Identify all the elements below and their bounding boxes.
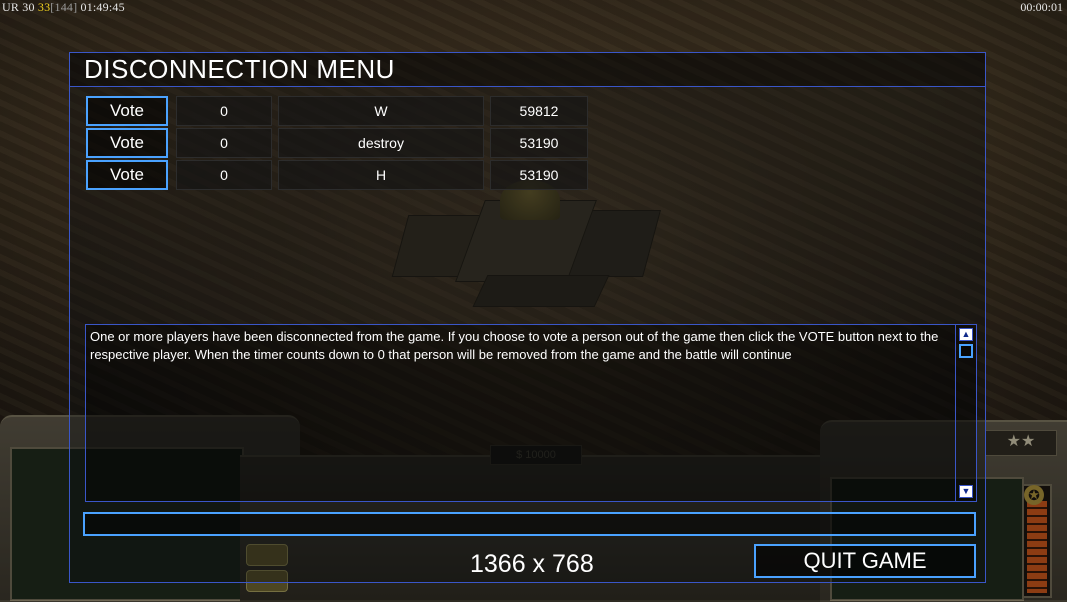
player-name: H xyxy=(278,160,484,190)
status-value-a: 30 xyxy=(22,0,35,14)
quit-game-button[interactable]: QUIT GAME xyxy=(754,544,976,578)
vote-button[interactable]: Vote xyxy=(86,128,168,158)
player-timer: 53190 xyxy=(490,160,588,190)
disconnection-dialog: DISCONNECTION MENU Vote 0 W 59812 Vote 0… xyxy=(69,52,986,583)
vote-count: 0 xyxy=(176,160,272,190)
dialog-title-bar: DISCONNECTION MENU xyxy=(70,53,985,87)
vote-count: 0 xyxy=(176,96,272,126)
chat-input[interactable] xyxy=(83,512,976,536)
player-name: destroy xyxy=(278,128,484,158)
status-prefix: UR xyxy=(2,0,20,14)
player-name: W xyxy=(278,96,484,126)
resolution-label: 1366 x 768 xyxy=(470,550,594,578)
player-timer: 53190 xyxy=(490,128,588,158)
scroll-thumb[interactable] xyxy=(959,344,973,358)
message-scrollbar[interactable]: ▲ ▼ xyxy=(955,325,976,501)
status-time-right: 00:00:01 xyxy=(1020,0,1063,14)
disconnect-message: One or more players have been disconnect… xyxy=(90,329,939,362)
dialog-title: DISCONNECTION MENU xyxy=(84,54,395,84)
message-box: One or more players have been disconnect… xyxy=(85,324,977,502)
status-readout-left: UR 30 33[144] 01:49:45 xyxy=(2,0,125,15)
vote-count: 0 xyxy=(176,128,272,158)
vote-button[interactable]: Vote xyxy=(86,160,168,190)
player-timer: 59812 xyxy=(490,96,588,126)
status-value-b: 33 xyxy=(37,0,51,14)
vote-button[interactable]: Vote xyxy=(86,96,168,126)
scroll-down-arrow-icon[interactable]: ▼ xyxy=(959,485,973,498)
scroll-up-arrow-icon[interactable]: ▲ xyxy=(959,328,973,341)
status-bracket: [144] xyxy=(50,0,78,14)
status-time-left: 01:49:45 xyxy=(80,0,125,14)
